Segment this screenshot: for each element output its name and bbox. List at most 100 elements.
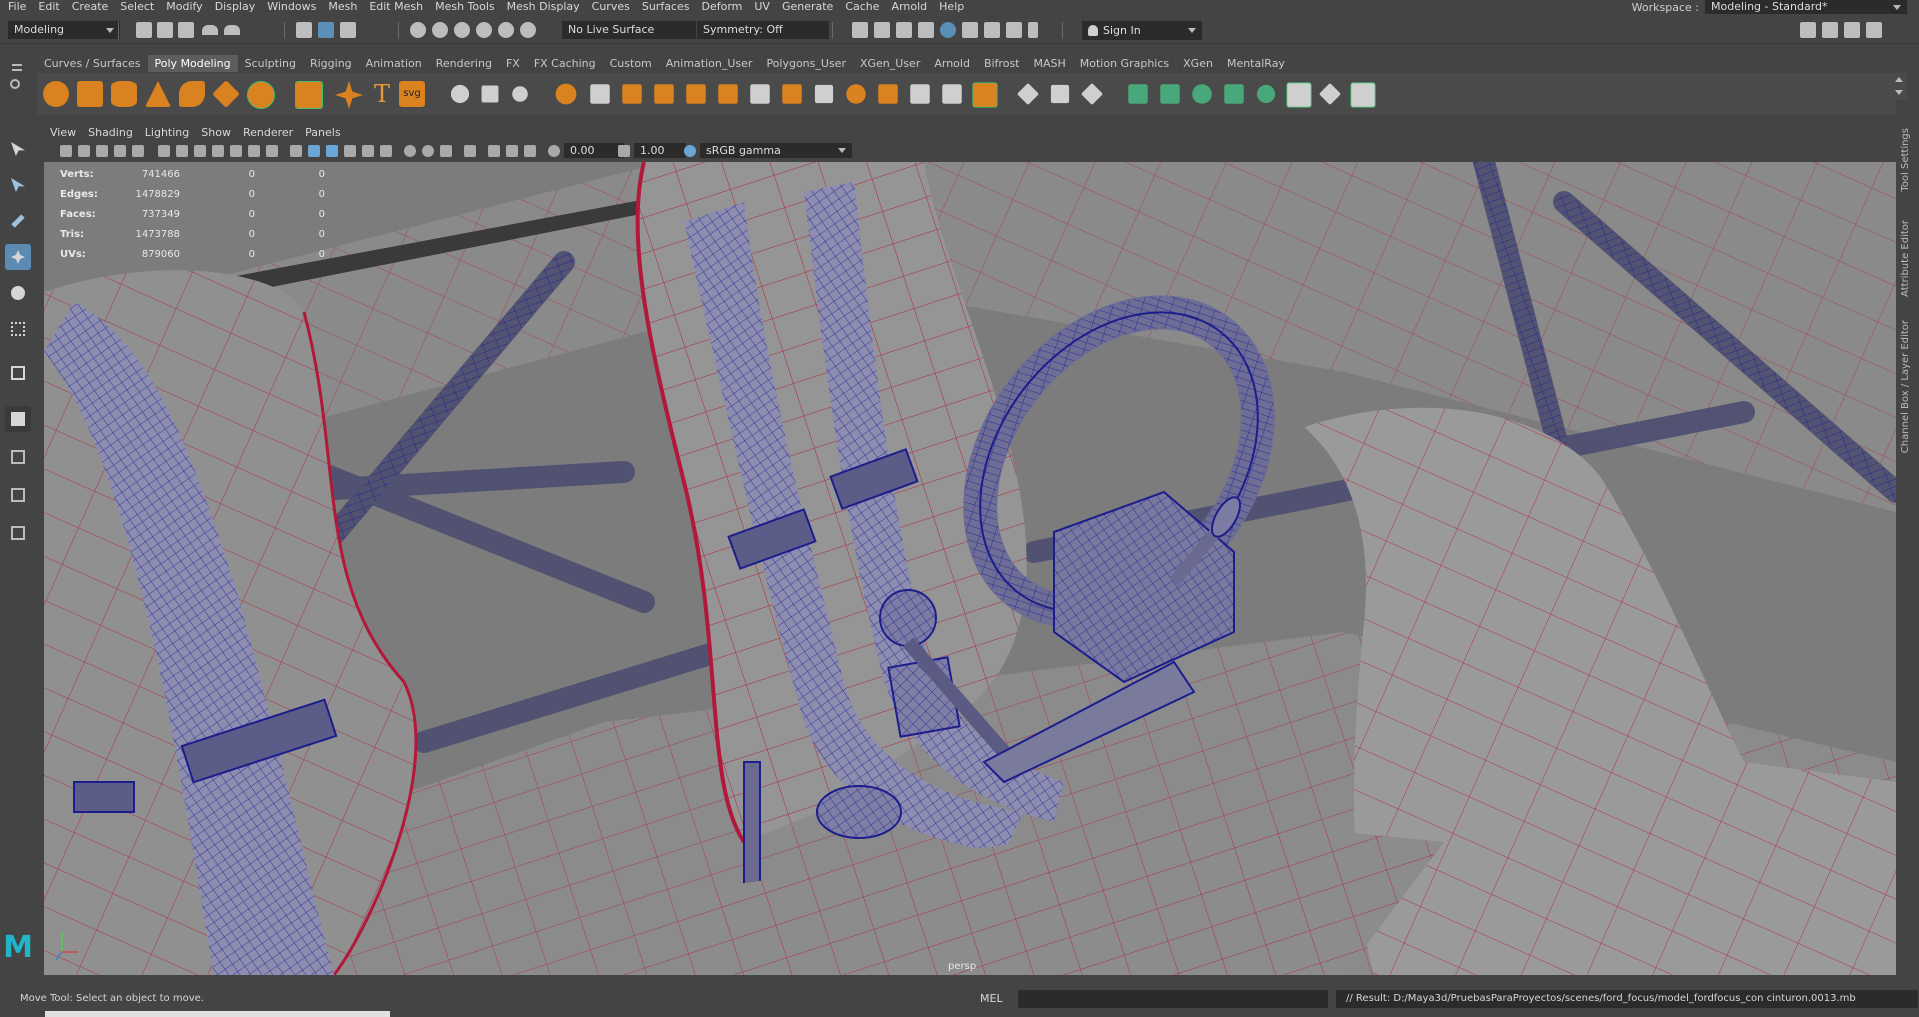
color-management-icon[interactable] [684,145,696,157]
set-key-icon[interactable] [1128,84,1148,104]
poly-disc-icon[interactable] [247,81,275,109]
shelf-tab-mash[interactable]: MASH [1026,55,1072,72]
merge-icon[interactable] [750,84,770,104]
menu-curves[interactable]: Curves [586,0,636,14]
append-polygon-icon[interactable] [782,84,802,104]
menu-mesh[interactable]: Mesh [322,0,363,14]
menu-file[interactable]: File [2,0,32,14]
extrude-icon[interactable] [622,84,642,104]
snap-point-icon[interactable] [454,22,470,38]
select-component-icon[interactable] [340,22,356,38]
snap-surface-icon[interactable] [498,22,514,38]
tab-channel-box[interactable]: Channel Box / Layer Editor [1900,320,1911,453]
combine-icon[interactable] [450,84,470,104]
snap-view-icon[interactable] [476,22,492,38]
gate-mask-icon[interactable] [212,145,224,157]
xray-icon[interactable] [488,145,500,157]
platonic-solid-icon[interactable] [295,81,323,109]
menu-surfaces[interactable]: Surfaces [636,0,696,14]
xray-joints-icon[interactable] [506,145,518,157]
panel-menu-shading[interactable]: Shading [82,125,139,140]
shadows-icon[interactable] [380,145,392,157]
poly-plane-icon[interactable] [212,80,240,108]
render-settings-icon[interactable] [918,22,934,38]
arnold-render-icon[interactable] [1006,22,1022,38]
auto-uv-icon[interactable] [846,84,866,104]
color-space-dropdown[interactable]: sRGB gamma [700,143,852,158]
connect-icon[interactable] [1080,82,1104,106]
ambient-occlusion-icon[interactable] [404,145,416,157]
render-setup-icon[interactable] [962,22,978,38]
single-perspective-layout[interactable] [5,406,31,432]
deformer-icon[interactable] [1160,84,1180,104]
shelf-tab-arnold[interactable]: Arnold [927,55,977,72]
undo-icon[interactable] [202,25,218,35]
four-view-layout[interactable] [5,444,31,470]
shelf-tab-motion-graphics[interactable]: Motion Graphics [1073,55,1176,72]
mel-toggle-button[interactable]: MEL [980,992,1003,1005]
poly-cone-icon[interactable] [145,81,171,107]
shelf-tab-sculpting[interactable]: Sculpting [238,55,303,72]
use-all-lights-icon[interactable] [362,145,374,157]
new-scene-icon[interactable] [136,22,152,38]
shelf-tab-custom[interactable]: Custom [603,55,659,72]
mirror-icon[interactable] [590,84,610,104]
wrap-icon[interactable] [1286,82,1312,108]
motion-blur-icon[interactable] [422,145,434,157]
poly-torus-icon[interactable] [179,81,205,107]
smooth-shade-icon[interactable] [308,145,320,157]
pause-icon[interactable] [1028,22,1038,38]
panel-menu-panels[interactable]: Panels [299,125,346,140]
shelf-tab-rigging[interactable]: Rigging [303,55,359,72]
render-frame-icon[interactable] [874,22,890,38]
hypershade-icon[interactable] [940,22,956,38]
symmetry-dropdown[interactable]: Symmetry: Off [697,21,829,39]
uv-editor-icon[interactable] [814,84,834,104]
menu-select[interactable]: Select [114,0,160,14]
shelf-tab-fx[interactable]: FX [499,55,527,72]
svg-tool-icon[interactable]: svg [399,81,425,107]
redo-icon[interactable] [224,25,240,35]
unfold-uv-icon[interactable] [972,82,998,108]
poly-cylinder-icon[interactable] [111,81,137,107]
panel-menu-lighting[interactable]: Lighting [139,125,195,140]
anti-aliasing-icon[interactable] [440,145,452,157]
menu-mesh-tools[interactable]: Mesh Tools [429,0,501,14]
gamma-field[interactable]: 1.00 [634,143,686,158]
film-gate-icon[interactable] [176,145,188,157]
menu-help[interactable]: Help [933,0,970,14]
select-object-icon[interactable] [318,22,334,38]
poly-sphere-icon[interactable] [43,81,69,107]
field-chart-icon[interactable] [230,145,242,157]
tab-tool-settings[interactable]: Tool Settings [1900,128,1911,192]
shelf-tab-animation-user[interactable]: Animation_User [659,55,760,72]
menu-edit[interactable]: Edit [32,0,65,14]
menu-edit-mesh[interactable]: Edit Mesh [363,0,429,14]
image-plane-icon[interactable] [114,145,126,157]
tab-attribute-editor[interactable]: Attribute Editor [1900,220,1911,297]
grid-toggle-icon[interactable] [158,145,170,157]
shelf-tab-rendering[interactable]: Rendering [429,55,499,72]
viewport-persp[interactable] [44,162,1896,975]
menu-cache[interactable]: Cache [839,0,885,14]
multi-cut-icon[interactable] [1016,82,1040,106]
shelf-tab-animation[interactable]: Animation [359,55,429,72]
select-hierarchy-icon[interactable] [296,22,312,38]
two-view-layout[interactable] [5,482,31,508]
separate-icon[interactable] [481,85,499,103]
move-tool[interactable] [5,244,31,270]
wireframe-icon[interactable] [290,145,302,157]
two-d-pan-icon[interactable] [132,145,144,157]
mel-command-input[interactable] [1018,990,1328,1008]
xray-components-icon[interactable] [524,145,536,157]
menu-arnold[interactable]: Arnold [886,0,934,14]
shelf-tab-xgen[interactable]: XGen [1176,55,1220,72]
shelf-tab-mentalray[interactable]: MentalRay [1220,55,1292,72]
channel-box-icon[interactable] [1866,22,1882,38]
poly-cube-icon[interactable] [77,81,103,107]
cluster-icon[interactable] [1224,84,1244,104]
sign-in-button[interactable]: Sign In [1082,21,1202,40]
menu-generate[interactable]: Generate [776,0,839,14]
panel-menu-show[interactable]: Show [195,125,237,140]
freeze-transforms-icon[interactable] [1350,82,1376,108]
